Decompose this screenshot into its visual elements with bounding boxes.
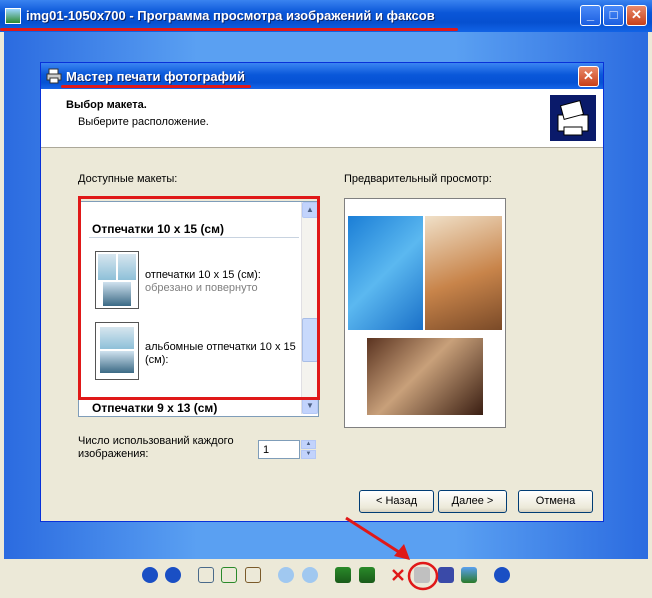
viewer-window: img01-1050x700 - Программа просмотра изо… [0, 0, 652, 598]
preview-photo-sunglasses [367, 338, 483, 415]
print-preview [344, 198, 506, 428]
annotation-arrow [345, 516, 410, 560]
actual-size-icon[interactable] [221, 567, 237, 583]
viewer-toolbar [0, 559, 652, 598]
scroll-down-button[interactable]: ▼ [302, 398, 318, 414]
annotation-circle [407, 561, 439, 591]
viewer-title: img01-1050x700 - Программа просмотра изо… [26, 8, 435, 23]
title-annotation-underline [0, 28, 458, 31]
slideshow-icon[interactable] [245, 567, 261, 583]
copies-spinbox[interactable]: 1 [258, 440, 300, 459]
step-subtitle: Выберите расположение. [78, 116, 209, 128]
close-button[interactable]: ✕ [626, 5, 647, 26]
copies-up-button[interactable]: ▲ [301, 440, 316, 449]
minimize-button[interactable]: _ [580, 5, 601, 26]
best-fit-icon[interactable] [198, 567, 214, 583]
copies-down-button[interactable]: ▼ [301, 450, 316, 459]
edit-icon[interactable] [461, 567, 477, 583]
preview-photo-daisies [348, 216, 423, 330]
preview-label: Предварительный просмотр: [344, 173, 492, 185]
copies-value: 1 [263, 444, 270, 456]
next-button[interactable]: Далее > [438, 490, 507, 513]
copies-label: Число использований каждого [78, 435, 234, 447]
layouts-annotation-box [78, 196, 320, 400]
wizard-title-annotation-underline [61, 85, 251, 88]
image-viewer-icon [5, 8, 21, 24]
printer-wizard-icon [550, 95, 596, 141]
maximize-button[interactable]: □ [603, 5, 624, 26]
next-icon[interactable] [165, 567, 181, 583]
cancel-button[interactable]: Отмена [518, 490, 593, 513]
wizard-close-button[interactable]: ✕ [578, 66, 599, 87]
back-button[interactable]: < Назад [359, 490, 434, 513]
layout-group-9x13: Отпечатки 9 x 13 (см) [92, 401, 218, 415]
rotate-clockwise-icon[interactable] [335, 567, 351, 583]
rotate-counterclockwise-icon[interactable] [359, 567, 375, 583]
step-title: Выбор макета. [66, 99, 147, 111]
previous-icon[interactable] [142, 567, 158, 583]
copies-label-cont: изображения: [78, 448, 149, 460]
layouts-label: Доступные макеты: [78, 173, 178, 185]
preview-photo-portrait [425, 216, 502, 330]
wizard-header: Выбор макета. Выберите расположение. [41, 89, 603, 148]
zoom-in-icon[interactable] [278, 567, 294, 583]
save-icon[interactable] [438, 567, 454, 583]
help-icon[interactable] [494, 567, 510, 583]
zoom-out-icon[interactable] [302, 567, 318, 583]
delete-icon[interactable] [390, 567, 406, 583]
wizard-title: Мастер печати фотографий [66, 69, 246, 84]
photo-print-wizard: Мастер печати фотографий ✕ Выбор макета.… [40, 62, 604, 522]
printer-icon [46, 68, 62, 84]
